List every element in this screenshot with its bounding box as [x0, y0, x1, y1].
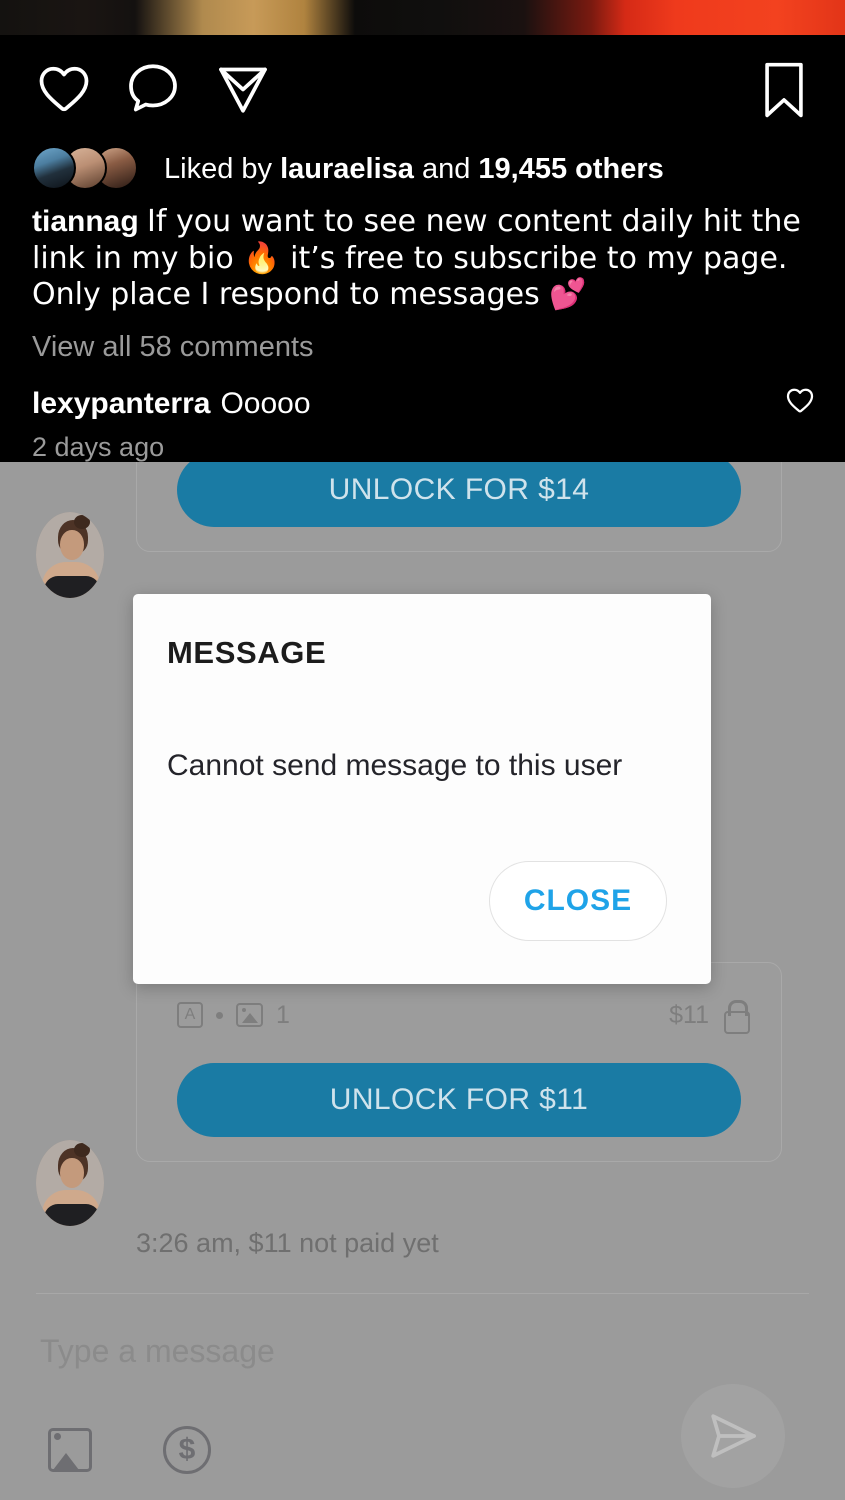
view-all-comments-link[interactable]: View all 58 comments — [32, 331, 314, 364]
liked-by-prefix: Liked by — [164, 152, 281, 185]
media-count: 1 — [276, 1000, 290, 1029]
liked-by-row[interactable]: Liked by lauraelisa and 19,455 others — [32, 146, 664, 192]
text-glyph-icon: A — [177, 1002, 203, 1028]
image-icon[interactable] — [48, 1428, 92, 1472]
dollar-circle-icon[interactable]: $ — [163, 1426, 211, 1474]
comment-bubble-icon[interactable] — [122, 58, 184, 123]
message-timestamp: 3:26 am, $11 not paid yet — [136, 1228, 439, 1258]
message-dialog: MESSAGE Cannot send message to this user… — [133, 594, 711, 984]
avatar — [36, 1140, 104, 1226]
caption-username[interactable]: tiannag — [32, 205, 139, 238]
caption-text: If you want to see new content daily hit… — [32, 204, 801, 313]
dialog-message: Cannot send message to this user — [167, 749, 623, 782]
avatar — [36, 512, 104, 598]
post-action-bar — [0, 48, 845, 140]
send-button[interactable] — [681, 1384, 785, 1488]
send-paper-plane-icon — [711, 1414, 756, 1458]
comment-username[interactable]: lexypanterra — [32, 387, 210, 421]
media-meta-row: A 1 $11 — [177, 999, 750, 1034]
app-screen: UNLOCK FOR $14 A 1 $11 UNLOCK FOR $11 3:… — [0, 0, 845, 1500]
liked-by-count: 19,455 — [478, 152, 568, 185]
bookmark-icon[interactable] — [755, 58, 813, 127]
price-label: $11 — [669, 1000, 709, 1029]
heart-icon[interactable] — [32, 58, 96, 123]
close-button[interactable]: CLOSE — [489, 861, 667, 941]
comment-text: Ooooo — [220, 387, 311, 420]
heart-outline-icon[interactable] — [783, 384, 817, 424]
unlock-button-top[interactable]: UNLOCK FOR $14 — [177, 453, 741, 527]
instagram-post-overlay: Liked by lauraelisa and 19,455 others ti… — [0, 0, 845, 462]
liked-by-middle: and — [413, 152, 479, 185]
divider — [36, 1293, 809, 1294]
image-icon — [236, 1003, 263, 1027]
message-input[interactable]: Type a message — [40, 1333, 275, 1370]
liked-by-username[interactable]: lauraelisa — [280, 153, 414, 185]
lock-icon — [723, 1000, 750, 1034]
separator-dot — [216, 1011, 223, 1019]
post-photo — [0, 0, 845, 40]
liked-by-suffix: others — [567, 152, 664, 185]
avatar — [32, 146, 76, 190]
dialog-title: MESSAGE — [167, 635, 327, 670]
liker-avatars — [32, 146, 150, 192]
post-timestamp: 2 days ago — [32, 432, 165, 462]
unlock-button-bottom[interactable]: UNLOCK FOR $11 — [177, 1063, 741, 1137]
comment-row: lexypanterra Ooooo — [32, 384, 817, 424]
share-paper-plane-icon[interactable] — [212, 58, 274, 123]
locked-message-card-bottom: A 1 $11 UNLOCK FOR $11 — [136, 962, 782, 1162]
liked-by-text: Liked by lauraelisa and 19,455 others — [164, 153, 664, 186]
post-caption: tiannag If you want to see new content d… — [32, 204, 817, 314]
